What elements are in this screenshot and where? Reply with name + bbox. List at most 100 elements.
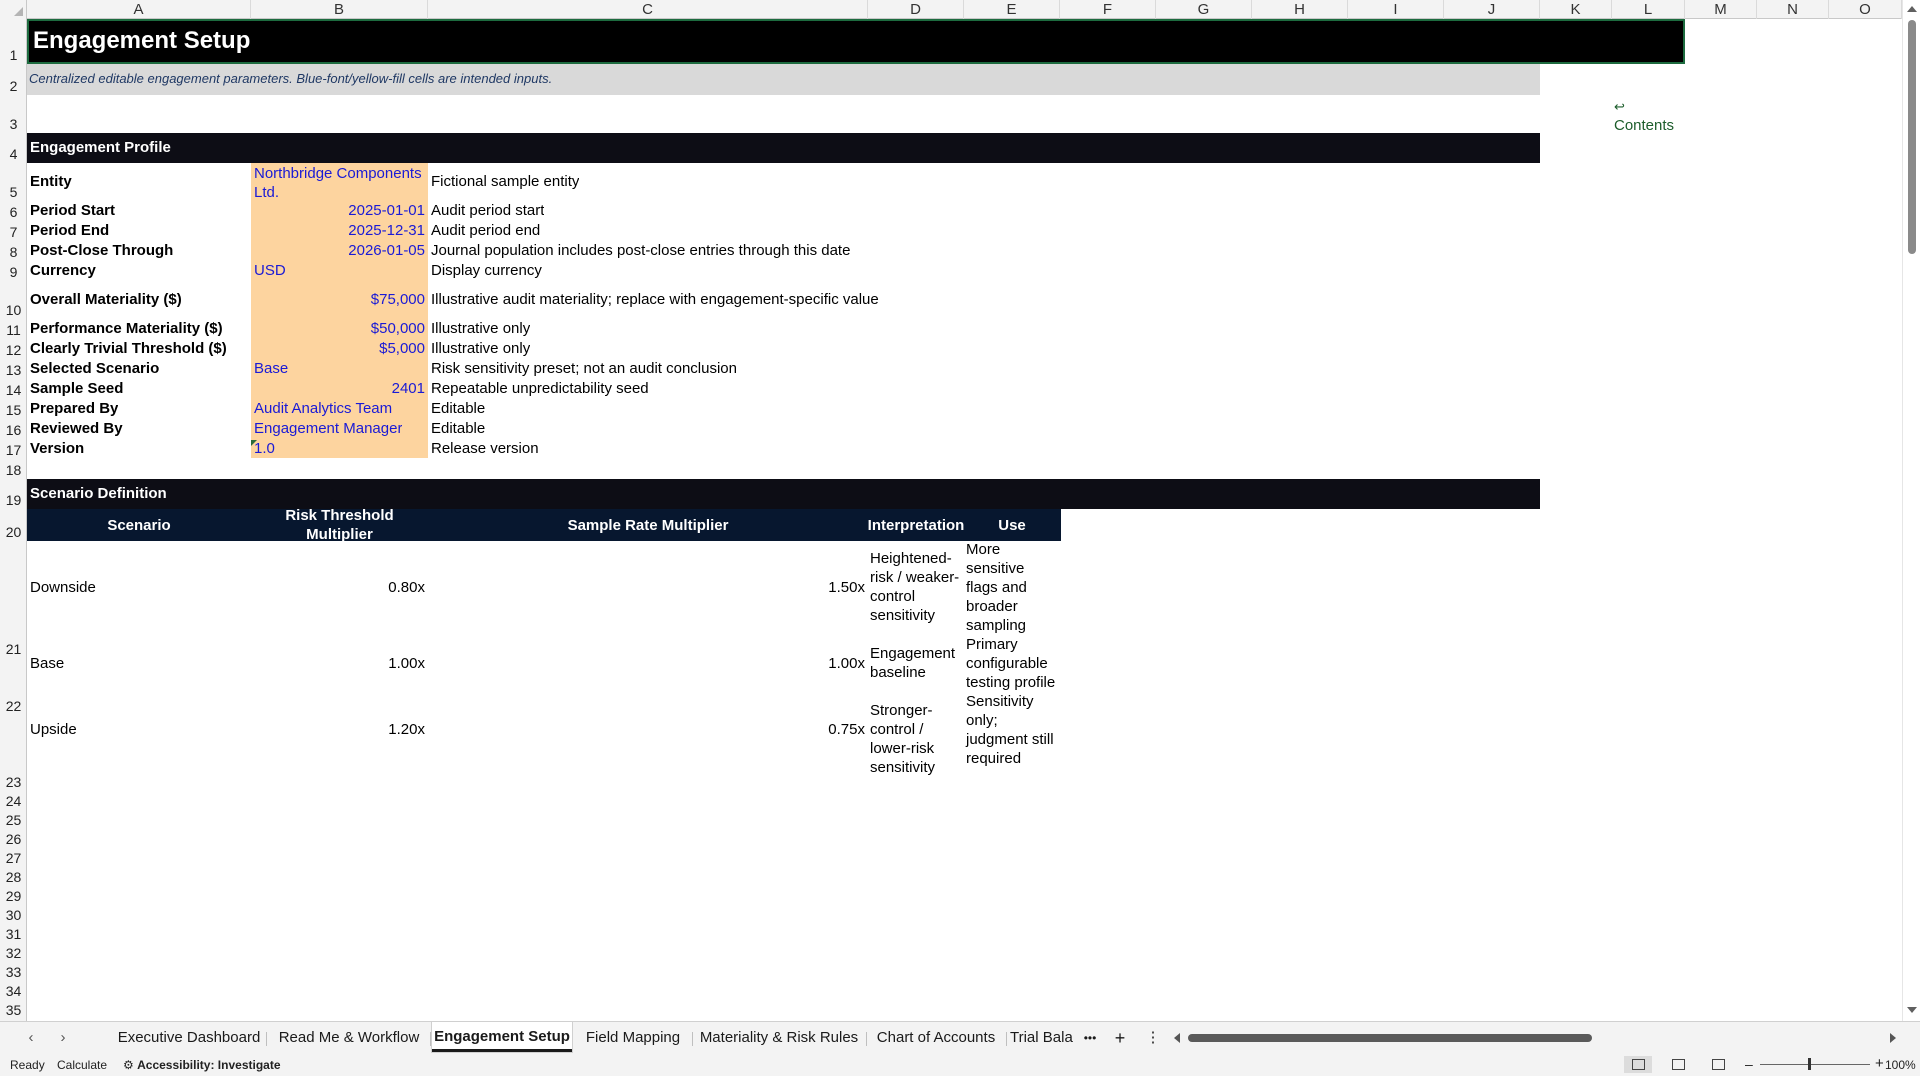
row-header[interactable]: 13 — [0, 359, 26, 379]
prev-sheet-chevron-icon[interactable]: ‹ — [22, 1029, 40, 1047]
column-header-l[interactable]: L — [1612, 0, 1685, 19]
vertical-scrollbar[interactable] — [1902, 0, 1920, 1021]
row-header[interactable]: 4 — [0, 133, 26, 163]
row-header[interactable]: 10 — [0, 281, 26, 319]
next-sheet-chevron-icon[interactable]: › — [54, 1029, 72, 1047]
row-header[interactable]: 17 — [0, 439, 26, 459]
row-header[interactable]: 16 — [0, 419, 26, 439]
page-break-view-button[interactable] — [1704, 1056, 1732, 1073]
overall-materiality-input[interactable]: $75,000 — [253, 291, 425, 308]
row-header[interactable]: 8 — [0, 241, 26, 261]
scroll-left-arrow-icon[interactable] — [1174, 1033, 1180, 1043]
prepared-by-input[interactable]: Audit Analytics Team — [254, 400, 392, 417]
scroll-up-arrow-icon[interactable] — [1907, 6, 1917, 12]
column-header-k[interactable]: K — [1540, 0, 1612, 19]
row-header[interactable]: 21 — [0, 541, 26, 658]
scroll-right-arrow-icon[interactable] — [1890, 1033, 1896, 1043]
row-header[interactable]: 22 — [0, 658, 26, 715]
row-header[interactable]: 1 — [0, 19, 26, 64]
column-header-e[interactable]: E — [964, 0, 1060, 19]
scroll-down-arrow-icon[interactable] — [1907, 1007, 1917, 1013]
add-sheet-button[interactable]: + — [1108, 1022, 1132, 1054]
zoom-slider[interactable] — [1760, 1064, 1870, 1065]
more-tabs-button[interactable]: ••• — [1078, 1022, 1102, 1054]
reviewed-by-input[interactable]: Engagement Manager — [254, 420, 402, 437]
row-header[interactable]: 18 — [0, 459, 26, 479]
row-header[interactable]: 33 — [0, 962, 26, 981]
row-header[interactable]: 32 — [0, 943, 26, 962]
row-header[interactable]: 26 — [0, 829, 26, 848]
normal-view-button[interactable] — [1624, 1056, 1652, 1073]
column-header-b[interactable]: B — [251, 0, 428, 19]
calculate-button[interactable]: Calculate — [57, 1058, 107, 1072]
row-header[interactable]: 27 — [0, 848, 26, 867]
sheet-subtitle-cell[interactable]: Centralized editable engagement paramete… — [27, 64, 1540, 95]
column-header-f[interactable]: F — [1060, 0, 1156, 19]
period-end-input[interactable]: 2025-12-31 — [253, 222, 425, 239]
horizontal-scroll-thumb[interactable] — [1188, 1034, 1592, 1042]
column-header-o[interactable]: O — [1829, 0, 1902, 19]
row-header[interactable]: 34 — [0, 981, 26, 1000]
row-header[interactable]: 11 — [0, 319, 26, 339]
column-header-h[interactable]: H — [1252, 0, 1348, 19]
column-header-c[interactable]: C — [428, 0, 868, 19]
tab-chart-of-accounts[interactable]: Chart of Accounts — [868, 1022, 1004, 1054]
accessibility-checker[interactable]: ⚙ Accessibility: Investigate — [123, 1058, 281, 1072]
performance-materiality-input[interactable]: $50,000 — [253, 320, 425, 337]
clearly-trivial-input[interactable]: $5,000 — [253, 340, 425, 357]
sample-seed-input[interactable]: 2401 — [253, 380, 425, 397]
scenario-use: More sensitive flags and broader samplin… — [966, 541, 1027, 634]
row-header[interactable]: 20 — [0, 509, 26, 541]
post-close-through-input[interactable]: 2026-01-05 — [253, 242, 425, 259]
row-header[interactable]: 6 — [0, 201, 26, 221]
column-header-j[interactable]: J — [1444, 0, 1540, 19]
row-header[interactable]: 12 — [0, 339, 26, 359]
zoom-in-button[interactable]: + — [1875, 1055, 1884, 1072]
row-header[interactable]: 9 — [0, 261, 26, 281]
tab-trial-balance[interactable]: Trial Bala — [1010, 1022, 1078, 1054]
column-header-n[interactable]: N — [1757, 0, 1829, 19]
tab-engagement-setup[interactable]: Engagement Setup — [432, 1022, 572, 1052]
contents-link[interactable]: ↩ Contents — [1614, 97, 1674, 135]
row-header[interactable]: 2 — [0, 64, 26, 95]
zoom-slider-thumb[interactable] — [1808, 1058, 1811, 1070]
row-header[interactable]: 19 — [0, 479, 26, 509]
sheet-title-cell[interactable]: Engagement Setup — [27, 19, 1685, 64]
row-header[interactable]: 24 — [0, 791, 26, 810]
row-header[interactable]: 29 — [0, 886, 26, 905]
tab-field-mapping[interactable]: Field Mapping — [576, 1022, 690, 1054]
column-header-g[interactable]: G — [1156, 0, 1252, 19]
row-header[interactable]: 23 — [0, 715, 26, 791]
vertical-scroll-thumb[interactable] — [1908, 20, 1916, 254]
horizontal-scrollbar[interactable] — [1172, 1032, 1898, 1044]
selected-scenario-input[interactable]: Base — [254, 360, 288, 377]
row-header[interactable]: 31 — [0, 924, 26, 943]
column-header-d[interactable]: D — [868, 0, 964, 19]
tab-read-me-workflow[interactable]: Read Me & Workflow — [270, 1022, 428, 1054]
row-header[interactable]: 28 — [0, 867, 26, 886]
row-header[interactable]: 5 — [0, 163, 26, 201]
column-header-i[interactable]: I — [1348, 0, 1444, 19]
row-header[interactable]: 3 — [0, 95, 26, 133]
version-input[interactable]: 1.0 — [254, 440, 275, 457]
select-all-corner[interactable] — [0, 0, 27, 19]
sheet-options-icon[interactable]: ⋮ — [1143, 1022, 1163, 1054]
row-header[interactable]: 15 — [0, 399, 26, 419]
zoom-out-button[interactable]: – — [1745, 1056, 1753, 1072]
row-header[interactable]: 14 — [0, 379, 26, 399]
row-header[interactable]: 7 — [0, 221, 26, 241]
zoom-level[interactable]: 100% — [1885, 1058, 1916, 1072]
entity-input[interactable]: Northbridge Components Ltd. — [254, 164, 426, 202]
row-header[interactable]: 35 — [0, 1000, 26, 1019]
period-start-input[interactable]: 2025-01-01 — [253, 202, 425, 219]
currency-input[interactable]: USD — [254, 262, 286, 279]
tab-materiality-risk-rules[interactable]: Materiality & Risk Rules — [694, 1022, 864, 1054]
row-header[interactable]: 25 — [0, 810, 26, 829]
row-header[interactable]: 30 — [0, 905, 26, 924]
column-header-m[interactable]: M — [1685, 0, 1757, 19]
worksheet-grid[interactable]: Engagement Setup Centralized editable en… — [27, 19, 1902, 1021]
column-header-a[interactable]: A — [27, 0, 251, 19]
tab-executive-dashboard[interactable]: Executive Dashboard — [114, 1022, 264, 1054]
page-layout-view-button[interactable] — [1664, 1056, 1692, 1073]
normal-view-icon — [1632, 1059, 1645, 1070]
